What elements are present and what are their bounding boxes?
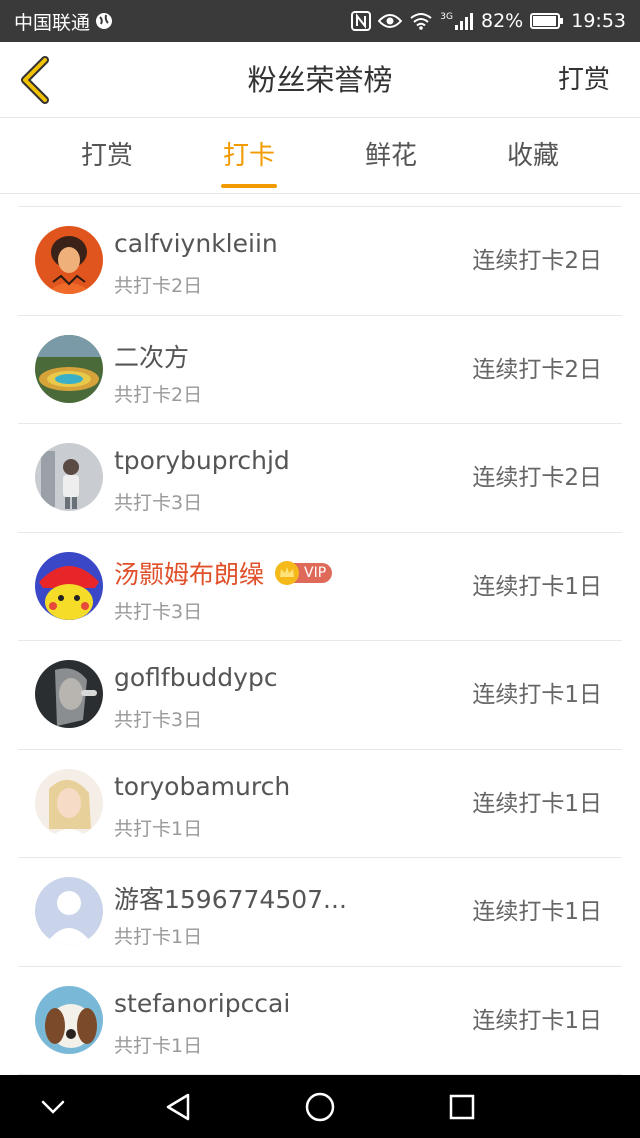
chevron-left-icon <box>21 56 49 104</box>
clock: 19:53 <box>571 10 626 32</box>
tab-checkin[interactable]: 打卡 <box>194 118 304 194</box>
crown-icon <box>275 560 300 585</box>
user-name: 汤颢姆布朗缲 <box>114 559 265 589</box>
total-checkins: 共打卡3日 <box>114 600 203 623</box>
list-item[interactable]: 游客1596774507... 共打卡1日 连续打卡1日 <box>18 858 622 967</box>
tab-bar: 打赏 打卡 鲜花 收藏 <box>0 118 640 194</box>
list-item[interactable]: 二次方 共打卡2日 连续打卡2日 <box>18 316 622 424</box>
user-name: goflfbuddypc <box>114 663 278 692</box>
user-name: tporybuprchjd <box>114 446 290 475</box>
list-item[interactable]: calfviynkleiin 共打卡2日 连续打卡2日 <box>18 207 622 316</box>
total-checkins: 共打卡2日 <box>114 383 203 406</box>
streak-days: 连续打卡2日 <box>472 356 602 383</box>
list-item[interactable]: goflfbuddypc 共打卡3日 连续打卡1日 <box>18 641 622 750</box>
streak-days: 连续打卡1日 <box>472 573 602 600</box>
total-checkins: 共打卡2日 <box>114 275 203 297</box>
total-checkins: 共打卡1日 <box>114 926 203 948</box>
hide-nav-button[interactable] <box>13 1075 93 1138</box>
checkin-ranking-list: calfviynkleiin 共打卡2日 连续打卡2日 二次方 共打卡2日 连续… <box>0 207 640 1075</box>
nav-bar: 粉丝荣誉榜 打赏 <box>0 42 640 118</box>
system-nav-bar <box>0 1075 640 1138</box>
avatar[interactable] <box>35 443 103 511</box>
user-name: toryobamurch <box>114 771 291 801</box>
tip-button[interactable]: 打赏 <box>558 42 610 118</box>
nfc-icon <box>351 11 372 31</box>
page-title: 粉丝荣誉榜 <box>247 63 393 97</box>
system-back-button[interactable] <box>138 1075 218 1138</box>
battery-percent: 82% <box>481 10 524 32</box>
avatar[interactable] <box>35 877 103 945</box>
carrier-label: 中国联通 <box>14 11 91 34</box>
avatar[interactable] <box>35 226 103 294</box>
signal-icon: 3G <box>440 12 474 30</box>
avatar[interactable] <box>35 551 103 620</box>
back-button[interactable] <box>10 54 60 106</box>
streak-days: 连续打卡1日 <box>472 899 602 925</box>
streak-days: 连续打卡1日 <box>472 682 602 708</box>
active-tab-indicator <box>221 184 277 188</box>
eye-icon <box>378 13 403 29</box>
streak-days: 连续打卡1日 <box>472 790 602 817</box>
total-checkins: 共打卡3日 <box>114 492 203 514</box>
status-bar: 中国联通 3G 82% 19:53 <box>0 0 640 42</box>
battery-icon <box>530 12 564 30</box>
total-checkins: 共打卡3日 <box>114 709 203 731</box>
system-home-button[interactable] <box>280 1075 360 1138</box>
streak-days: 连续打卡2日 <box>472 465 602 491</box>
avatar[interactable] <box>35 660 103 728</box>
user-name: 游客1596774507... <box>114 885 347 914</box>
tab-flowers[interactable]: 鲜花 <box>336 118 446 194</box>
chevron-down-icon <box>41 1100 65 1114</box>
user-name: 二次方 <box>114 342 190 372</box>
user-name: calfviynkleiin <box>114 229 278 258</box>
tab-favorites[interactable]: 收藏 <box>478 118 588 194</box>
vip-badge: VIP <box>274 560 333 585</box>
system-recents-button[interactable] <box>422 1075 502 1138</box>
list-item[interactable]: stefanoripccai 共打卡1日 连续打卡1日 <box>18 967 622 1075</box>
avatar[interactable] <box>35 768 103 837</box>
avatar[interactable] <box>35 334 103 403</box>
list-item[interactable]: tporybuprchjd 共打卡3日 连续打卡2日 <box>18 424 622 533</box>
avatar[interactable] <box>35 985 103 1054</box>
streak-days: 连续打卡1日 <box>472 1007 602 1034</box>
user-name: stefanoripccai <box>114 988 291 1018</box>
back-triangle-icon <box>166 1093 190 1120</box>
total-checkins: 共打卡1日 <box>114 1034 203 1057</box>
list-item[interactable]: toryobamurch 共打卡1日 连续打卡1日 <box>18 750 622 858</box>
total-checkins: 共打卡1日 <box>114 817 203 840</box>
list-item[interactable]: 汤颢姆布朗缲 VIP 共打卡3日 连续打卡1日 <box>18 533 622 641</box>
streak-days: 连续打卡2日 <box>472 248 602 274</box>
tab-tips[interactable]: 打赏 <box>52 118 162 194</box>
home-circle-icon <box>305 1092 335 1121</box>
recents-square-icon <box>449 1094 475 1119</box>
globe-icon <box>95 12 113 30</box>
wifi-icon <box>409 12 433 30</box>
network-type-label: 3G <box>440 12 453 22</box>
